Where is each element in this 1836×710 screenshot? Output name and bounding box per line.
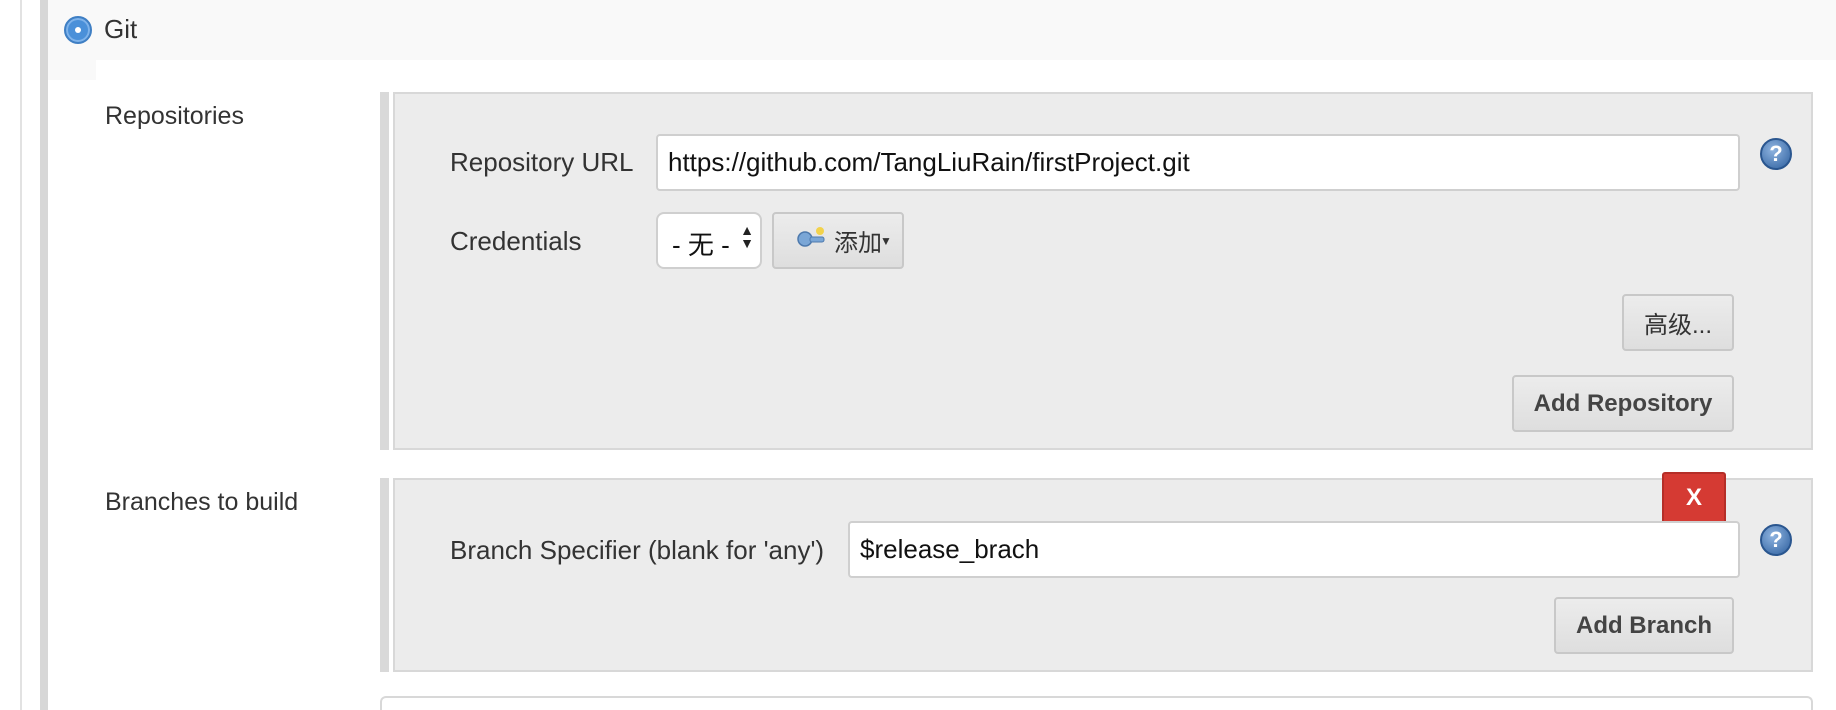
git-option-label: Git (104, 14, 138, 44)
repositories-block-bar (380, 92, 389, 450)
credentials-label: Credentials (450, 226, 582, 256)
add-credentials-button[interactable]: 添加 ▼ (772, 212, 904, 269)
repositories-label: Repositories (105, 102, 244, 130)
branches-block-bar (380, 478, 389, 672)
dropdown-arrow-icon: ▼ (880, 233, 892, 248)
delete-branch-button[interactable]: X (1662, 472, 1726, 524)
repository-url-label: Repository URL (450, 147, 634, 177)
key-icon (796, 225, 828, 256)
add-branch-button[interactable]: Add Branch (1554, 597, 1734, 654)
help-glyph: ? (1769, 527, 1783, 552)
next-section-panel-edge (380, 696, 1813, 710)
add-repository-button[interactable]: Add Repository (1512, 375, 1734, 432)
section-indent-bar (40, 0, 48, 710)
repository-url-help-icon[interactable]: ? (1760, 138, 1792, 170)
add-credentials-label: 添加 (834, 230, 882, 257)
branch-specifier-help-icon[interactable]: ? (1760, 524, 1792, 556)
credentials-select[interactable]: - 无 - ▲ ▼ (656, 212, 762, 269)
branches-to-build-label: Branches to build (105, 488, 299, 516)
help-glyph: ? (1769, 141, 1783, 166)
credentials-selected-value: - 无 - (672, 230, 730, 260)
advanced-button[interactable]: 高级... (1622, 294, 1734, 351)
page-edge-line (20, 0, 22, 710)
git-radio-button[interactable] (64, 16, 92, 44)
git-option-header (48, 0, 1836, 60)
select-arrows-icon: ▲ ▼ (740, 222, 754, 251)
repository-url-input[interactable]: https://github.com/TangLiuRain/firstProj… (656, 134, 1740, 191)
branch-specifier-label: Branch Specifier (blank for 'any') (450, 535, 825, 565)
branch-specifier-input[interactable]: $release_brach (848, 521, 1740, 578)
git-header-underlay (48, 60, 96, 80)
